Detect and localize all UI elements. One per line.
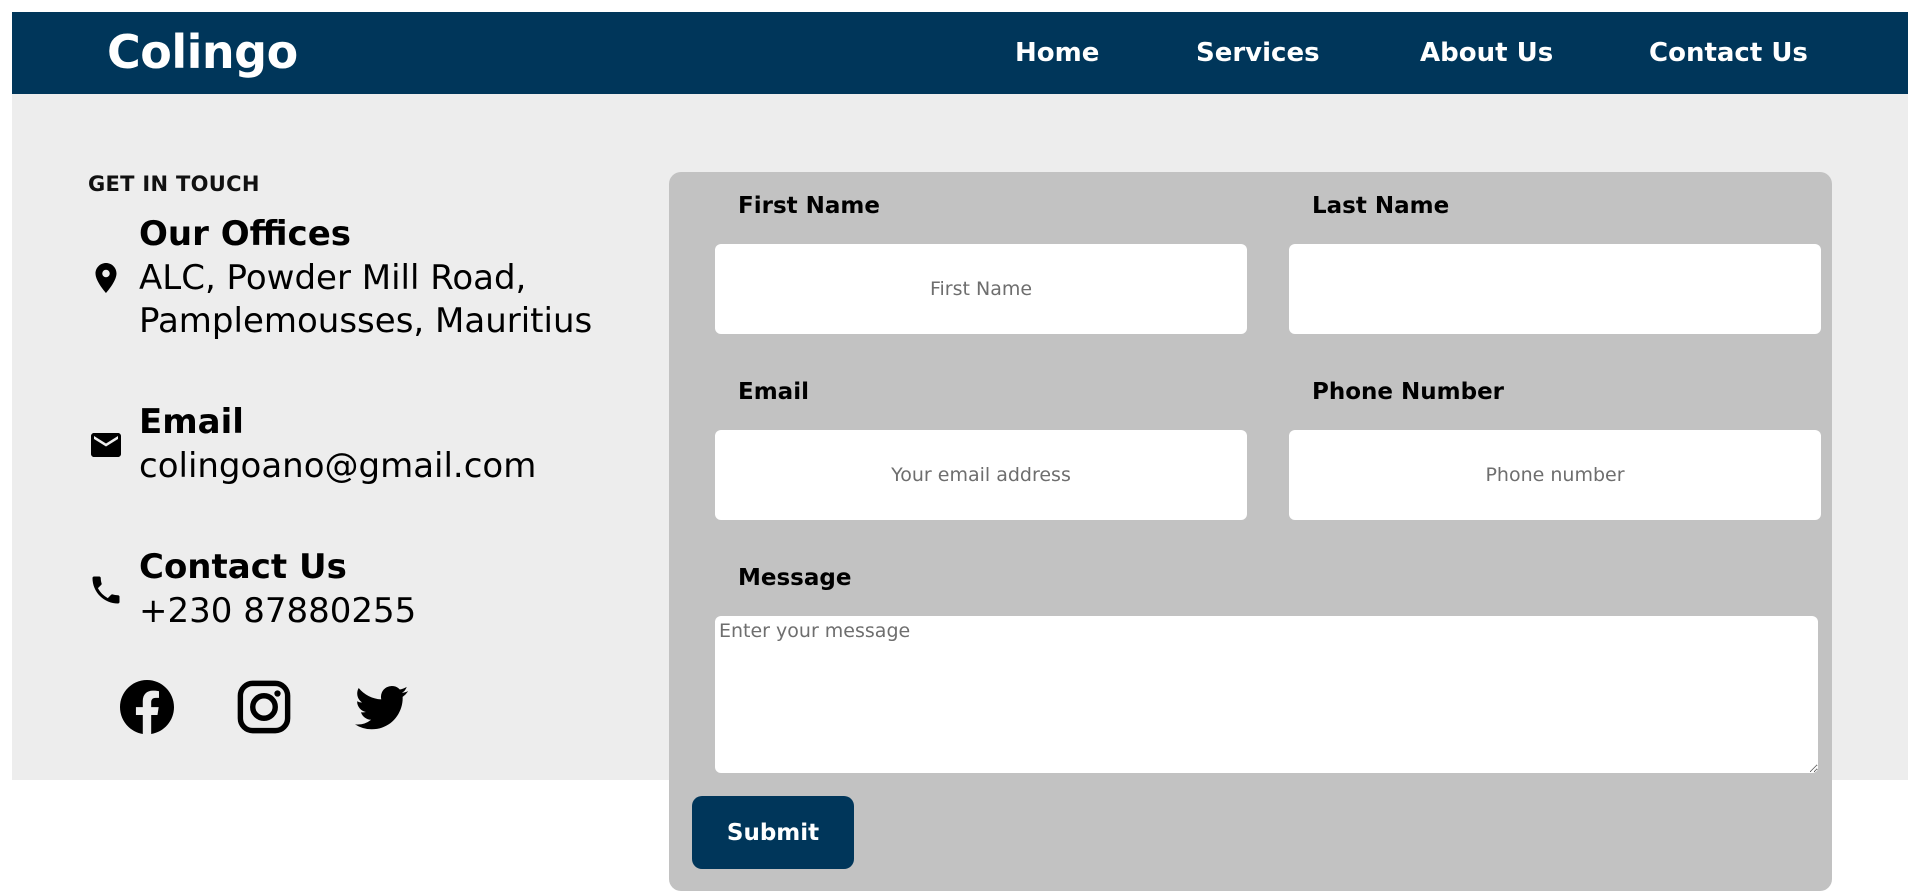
message-label: Message xyxy=(738,565,852,591)
instagram-icon[interactable] xyxy=(237,680,291,734)
twitter-icon[interactable] xyxy=(355,680,409,734)
nav-link-services[interactable]: Services xyxy=(1196,38,1320,68)
location-pin-icon xyxy=(95,263,117,293)
top-navbar: Colingo Home Services About Us Contact U… xyxy=(12,12,1908,94)
phone-number-input[interactable] xyxy=(1289,430,1821,520)
office-address-line-2: Pamplemousses, Mauritius xyxy=(139,301,593,341)
email-label: Email xyxy=(738,379,809,405)
email-address: colingoano@gmail.com xyxy=(139,446,537,486)
submit-button[interactable]: Submit xyxy=(692,796,854,869)
contact-us-title: Contact Us xyxy=(139,547,347,587)
nav-link-about-us[interactable]: About Us xyxy=(1420,38,1553,68)
last-name-input[interactable] xyxy=(1289,244,1821,334)
offices-title: Our Offices xyxy=(139,214,351,254)
first-name-input[interactable] xyxy=(715,244,1247,334)
mail-icon xyxy=(91,433,121,457)
last-name-label: Last Name xyxy=(1312,193,1450,219)
phone-number-label: Phone Number xyxy=(1312,379,1505,405)
phone-icon xyxy=(92,576,120,604)
contact-page: Colingo Home Services About Us Contact U… xyxy=(0,0,1920,891)
facebook-icon[interactable] xyxy=(120,680,174,734)
get-in-touch-heading: GET IN TOUCH xyxy=(88,172,260,196)
office-address-line-1: ALC, Powder Mill Road, xyxy=(139,258,527,298)
nav-link-home[interactable]: Home xyxy=(1015,38,1099,68)
first-name-label: First Name xyxy=(738,193,880,219)
brand-logo[interactable]: Colingo xyxy=(107,25,298,79)
email-title: Email xyxy=(139,402,244,442)
message-textarea[interactable] xyxy=(715,616,1818,773)
email-input[interactable] xyxy=(715,430,1247,520)
nav-link-contact-us[interactable]: Contact Us xyxy=(1649,38,1808,68)
phone-number: +230 87880255 xyxy=(139,591,417,631)
